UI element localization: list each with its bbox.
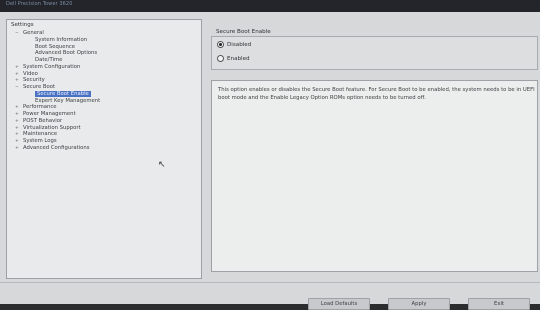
- bios-screen: Settings − General System Information Boot …: [0, 12, 540, 310]
- tree-item-label: POST Behavior: [23, 117, 63, 124]
- tree-item-label: Expert Key Management: [35, 97, 101, 104]
- tree-item-label: System Configuration: [23, 63, 81, 70]
- settings-heading: Settings: [11, 22, 34, 28]
- apply-button[interactable]: Apply: [388, 298, 450, 310]
- tree-item-label: Maintenance: [23, 131, 58, 138]
- divider: [0, 282, 540, 283]
- description-text: This option enables or disables the Secu…: [218, 87, 535, 101]
- tree-item-label: Security: [23, 77, 45, 84]
- collapse-icon[interactable]: −: [15, 30, 23, 37]
- title-bar: Dell Precision Tower 3620: [0, 0, 540, 12]
- tree-item-label: Advanced Configurations: [23, 144, 90, 151]
- collapse-icon[interactable]: −: [15, 84, 23, 91]
- load-defaults-button[interactable]: Load Defaults: [308, 298, 370, 310]
- radio-disabled-label: Disabled: [227, 42, 252, 48]
- tree-item-label: Video: [23, 70, 38, 77]
- tree-item-label: Performance: [23, 104, 57, 111]
- secure-boot-option-group: Disabled Enabled: [211, 36, 538, 70]
- tree-item-label: System Logs: [23, 138, 57, 144]
- radio-disabled[interactable]: Disabled: [217, 41, 251, 49]
- window-title: Dell Precision Tower 3620: [6, 1, 73, 7]
- tree-item-label: Virtualization Support: [23, 124, 81, 131]
- settings-tree-panel: Settings − General System Information Boot …: [6, 19, 202, 279]
- tree-item-label: Boot Sequence: [35, 43, 76, 50]
- tree-item-label: Advanced Boot Options: [35, 50, 98, 57]
- radio-disabled-icon[interactable]: [217, 41, 224, 48]
- exit-button[interactable]: Exit: [468, 298, 530, 310]
- mouse-cursor-icon: ↖: [158, 160, 166, 170]
- expand-icon[interactable]: +: [15, 145, 23, 152]
- tree-item-label: Power Management: [23, 111, 76, 117]
- secure-boot-group-title: Secure Boot Enable: [214, 29, 273, 35]
- tree-item-label: General: [23, 30, 44, 36]
- tree-item-label: Date/Time: [35, 57, 63, 63]
- radio-enabled-label: Enabled: [227, 56, 250, 62]
- tree-item-label: Secure Boot Enable: [35, 90, 91, 97]
- tree-item-label: System Information: [35, 36, 88, 43]
- tree-item[interactable]: + Advanced Configurations: [15, 145, 90, 152]
- radio-enabled[interactable]: Enabled: [217, 55, 250, 63]
- tree-item-label: Secure Boot: [23, 84, 56, 90]
- description-panel: This option enables or disables the Secu…: [211, 80, 538, 272]
- radio-enabled-icon[interactable]: [217, 55, 224, 62]
